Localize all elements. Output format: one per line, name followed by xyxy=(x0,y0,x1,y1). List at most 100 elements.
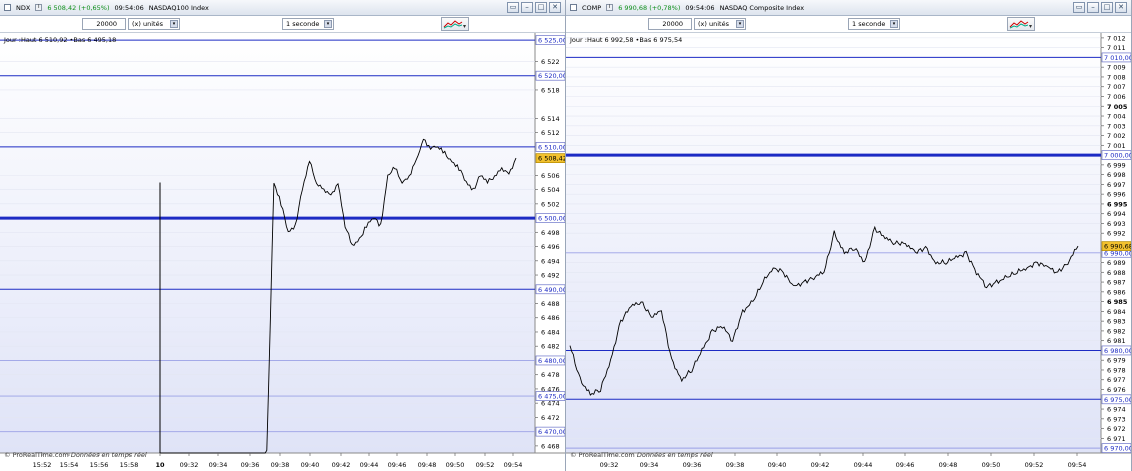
chevron-down-icon[interactable]: ▾ xyxy=(170,20,178,28)
right-units-value: 20000 xyxy=(662,20,683,28)
left-units-input[interactable]: 20000 xyxy=(82,18,126,30)
left-source-brand: © ProRealTime.com xyxy=(4,451,69,459)
right-price-chart[interactable]: 7 012 7 011 7 0097 008 7 007 7 006 7 005 7 004… xyxy=(566,33,1132,471)
right-time: 09:54:06 xyxy=(685,3,715,12)
x-tick-label: 09:48 xyxy=(418,461,437,469)
maximize-icon[interactable]: □ xyxy=(535,2,547,13)
minimize-icon[interactable]: – xyxy=(1087,2,1099,13)
window-menu-icon[interactable] xyxy=(4,4,11,11)
left-window-buttons: ▭ – □ ✕ xyxy=(507,2,561,13)
left-price-chart[interactable]: 6 522 6 518 6 514 6 512 6 506 6 504 6 502 6 498… xyxy=(0,33,566,471)
y-tick-label: 7 003 xyxy=(1107,122,1126,130)
y-tick-label: 6 976 xyxy=(1107,386,1126,394)
y-tick-label: 6 992 xyxy=(1107,230,1126,238)
x-tick-label: 10 xyxy=(155,461,165,469)
level-label: 6 470,00 xyxy=(538,428,566,436)
svg-text:▾: ▾ xyxy=(1029,23,1032,30)
y-tick-label: 7 008 xyxy=(1107,73,1126,81)
y-tick-label: 7 002 xyxy=(1107,132,1126,140)
level-label: 6 480,00 xyxy=(538,357,566,365)
window-menu-icon[interactable] xyxy=(570,4,577,11)
left-instrument-name: NASDAQ100 Index xyxy=(148,3,209,12)
right-toolbar: 20000 (x) unités ▾ 1 seconde ▾ ▾ xyxy=(566,16,1131,33)
current-price-label: 6 508,42 xyxy=(538,155,566,163)
y-tick-label: 6 498 xyxy=(541,229,560,237)
restore-icon[interactable]: ▭ xyxy=(1073,2,1085,13)
x-tick-label: 09:54 xyxy=(504,461,523,469)
restore-icon[interactable]: ▭ xyxy=(507,2,519,13)
y-tick-label: 6 987 xyxy=(1107,279,1126,287)
right-instrument-name: NASDAQ Composite Index xyxy=(719,3,805,12)
right-chart-window: COMP i 6 990,68 (+0,78%) 09:54:06 NASDAQ… xyxy=(566,0,1132,471)
current-price-label: 6 990,68 xyxy=(1104,243,1132,251)
y-tick-label: 7 006 xyxy=(1107,93,1126,101)
level-label: 6 520,00 xyxy=(538,72,566,80)
left-units-value: 20000 xyxy=(96,20,117,28)
y-tick-label: 6 982 xyxy=(1107,327,1126,335)
y-tick-label: 6 985 xyxy=(1107,298,1128,306)
left-units-select[interactable]: (x) unités ▾ xyxy=(128,18,180,30)
right-day-status: Jour :Haut 6 992,58 •Bas 6 975,54 xyxy=(570,36,683,44)
right-data-source: © ProRealTime.com Données en temps réel xyxy=(570,451,713,459)
x-tick-label: 09:52 xyxy=(1025,461,1044,469)
y-tick-label: 6 994 xyxy=(1107,210,1126,218)
y-tick-label: 6 998 xyxy=(1107,171,1126,179)
level-label: 6 970,00 xyxy=(1104,445,1132,453)
level-label: 6 975,00 xyxy=(1104,396,1132,404)
y-tick-label: 7 005 xyxy=(1107,103,1128,111)
chart-type-button[interactable]: ▾ xyxy=(441,17,469,31)
y-tick-label: 6 996 xyxy=(1107,191,1126,199)
level-label: 6 475,00 xyxy=(538,393,566,401)
left-price-change: 6 508,42 (+0,65%) xyxy=(47,3,110,12)
chevron-down-icon[interactable]: ▾ xyxy=(890,20,898,28)
y-tick-label: 7 004 xyxy=(1107,113,1126,121)
y-tick-label: 6 512 xyxy=(541,129,560,137)
right-period-label: 1 seconde xyxy=(852,20,886,28)
y-tick-label: 6 494 xyxy=(541,257,560,265)
level-label: 6 500,00 xyxy=(538,215,566,223)
right-units-select[interactable]: (x) unités ▾ xyxy=(694,18,746,30)
x-tick-label: 09:38 xyxy=(271,461,290,469)
right-window-titlebar[interactable]: COMP i 6 990,68 (+0,78%) 09:54:06 NASDAQ… xyxy=(566,0,1131,16)
left-window-titlebar[interactable]: NDX i 6 508,42 (+0,65%) 09:54:06 NASDAQ1… xyxy=(0,0,565,16)
y-tick-label: 6 971 xyxy=(1107,435,1126,443)
left-time: 09:54:06 xyxy=(114,3,144,12)
x-tick-label: 15:58 xyxy=(120,461,139,469)
info-icon[interactable]: i xyxy=(35,4,43,11)
chevron-down-icon[interactable]: ▾ xyxy=(736,20,744,28)
y-tick-label: 6 978 xyxy=(1107,366,1126,374)
y-tick-label: 6 492 xyxy=(541,272,560,280)
x-tick-label: 09:54 xyxy=(1068,461,1087,469)
right-source-note: Données en temps réel xyxy=(636,451,713,459)
y-tick-label: 6 514 xyxy=(541,115,560,123)
x-tick-label: 15:54 xyxy=(60,461,79,469)
plot-background xyxy=(566,33,1101,453)
minimize-icon[interactable]: – xyxy=(521,2,533,13)
x-tick-label: 09:32 xyxy=(180,461,199,469)
info-icon[interactable]: i xyxy=(606,4,614,11)
right-units-input[interactable]: 20000 xyxy=(648,18,692,30)
y-tick-label: 6 986 xyxy=(1107,288,1126,296)
svg-text:▾: ▾ xyxy=(463,23,466,30)
x-tick-label: 09:40 xyxy=(301,461,320,469)
y-tick-label: 6 983 xyxy=(1107,318,1126,326)
left-period-select[interactable]: 1 seconde ▾ xyxy=(282,18,334,30)
chart-type-button[interactable]: ▾ xyxy=(1007,17,1035,31)
y-tick-label: 6 997 xyxy=(1107,181,1126,189)
maximize-icon[interactable]: □ xyxy=(1101,2,1113,13)
y-tick-label: 6 989 xyxy=(1107,259,1126,267)
close-icon[interactable]: ✕ xyxy=(549,2,561,13)
left-source-note: Données en temps réel xyxy=(70,451,147,459)
x-tick-label: 09:42 xyxy=(811,461,830,469)
y-tick-label: 6 999 xyxy=(1107,161,1126,169)
y-tick-label: 6 484 xyxy=(541,328,560,336)
y-tick-label: 6 993 xyxy=(1107,220,1126,228)
y-tick-label: 6 981 xyxy=(1107,337,1126,345)
y-tick-label: 6 488 xyxy=(541,300,560,308)
right-price-change: 6 990,68 (+0,78%) xyxy=(618,3,681,12)
close-icon[interactable]: ✕ xyxy=(1115,2,1127,13)
left-ticker: NDX xyxy=(16,3,31,12)
chevron-down-icon[interactable]: ▾ xyxy=(324,20,332,28)
right-period-select[interactable]: 1 seconde ▾ xyxy=(848,18,900,30)
y-tick-label: 7 011 xyxy=(1107,44,1126,52)
